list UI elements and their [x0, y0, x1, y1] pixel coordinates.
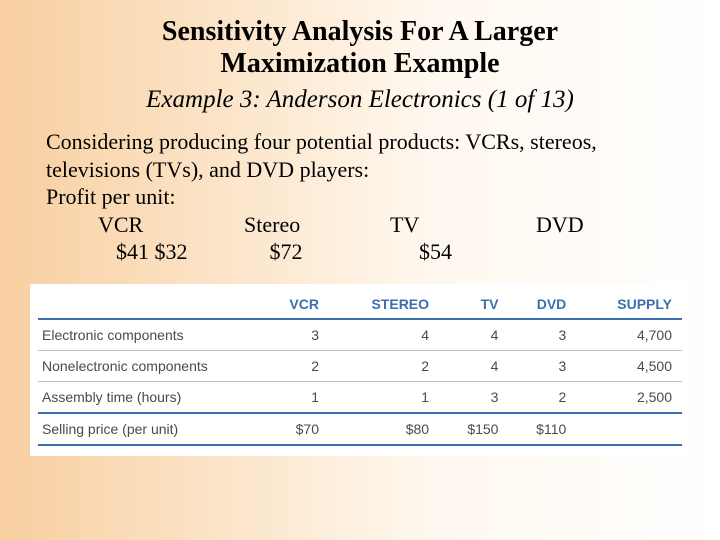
profit-header-row: VCR Stereo TV DVD [98, 211, 682, 239]
cell-label: Assembly time (hours) [38, 381, 262, 413]
th-blank [38, 290, 262, 319]
cell-vcr: 1 [262, 381, 329, 413]
cell-supply [576, 413, 682, 445]
title-line-2: Maximization Example [220, 48, 499, 79]
cell-dvd: 3 [508, 319, 576, 351]
cell-tv: $150 [439, 413, 508, 445]
profit-header-vcr: VCR [98, 211, 244, 239]
cell-stereo: 4 [329, 319, 439, 351]
body-line-2: televisions (TVs), and DVD players: [46, 156, 682, 184]
profit-value-row: $41 $32 $72 $54 [98, 238, 682, 266]
cell-stereo: 2 [329, 350, 439, 381]
profit-label: Profit per unit: [46, 183, 682, 211]
cell-dvd: 2 [508, 381, 576, 413]
cell-vcr: $70 [262, 413, 329, 445]
th-supply: SUPPLY [576, 290, 682, 319]
cell-label: Nonelectronic components [38, 350, 262, 381]
constraints-table: VCR STEREO TV DVD SUPPLY Electronic comp… [38, 290, 682, 446]
slide-body: Considering producing four potential pro… [38, 128, 682, 266]
cell-vcr: 3 [262, 319, 329, 351]
profit-header-stereo: Stereo [244, 211, 390, 239]
cell-tv: 3 [439, 381, 508, 413]
table-row: Assembly time (hours) 1 1 3 2 2,500 [38, 381, 682, 413]
cell-tv: 4 [439, 350, 508, 381]
cell-dvd: $110 [508, 413, 576, 445]
table-header-row: VCR STEREO TV DVD SUPPLY [38, 290, 682, 319]
cell-dvd: 3 [508, 350, 576, 381]
slide-subtitle: Example 3: Anderson Electronics (1 of 13… [50, 86, 670, 114]
slide: Sensitivity Analysis For A Larger Maximi… [0, 0, 720, 540]
cell-label: Electronic components [38, 319, 262, 351]
cell-supply: 2,500 [576, 381, 682, 413]
profit-value-stereo: $72 [270, 238, 402, 266]
cell-vcr: 2 [262, 350, 329, 381]
table-row: Selling price (per unit) $70 $80 $150 $1… [38, 413, 682, 445]
cell-stereo: 1 [329, 381, 439, 413]
profit-header-tv: TV [390, 211, 536, 239]
cell-stereo: $80 [329, 413, 439, 445]
body-line-1: Considering producing four potential pro… [46, 128, 682, 156]
profit-value-tv: $54 [419, 238, 551, 266]
constraints-table-wrap: VCR STEREO TV DVD SUPPLY Electronic comp… [30, 284, 690, 456]
cell-supply: 4,700 [576, 319, 682, 351]
cell-tv: 4 [439, 319, 508, 351]
title-line-1: Sensitivity Analysis For A Larger [162, 16, 558, 47]
th-tv: TV [439, 290, 508, 319]
th-stereo: STEREO [329, 290, 439, 319]
table-row: Electronic components 3 4 4 3 4,700 [38, 319, 682, 351]
cell-supply: 4,500 [576, 350, 682, 381]
table-row: Nonelectronic components 2 2 4 3 4,500 [38, 350, 682, 381]
th-vcr: VCR [262, 290, 329, 319]
profit-header-dvd: DVD [536, 211, 682, 239]
profit-value-vcr: $41 $32 [116, 238, 248, 266]
slide-title: Sensitivity Analysis For A Larger Maximi… [90, 16, 630, 80]
profit-value-dvd [551, 238, 683, 266]
cell-label: Selling price (per unit) [38, 413, 262, 445]
th-dvd: DVD [508, 290, 576, 319]
